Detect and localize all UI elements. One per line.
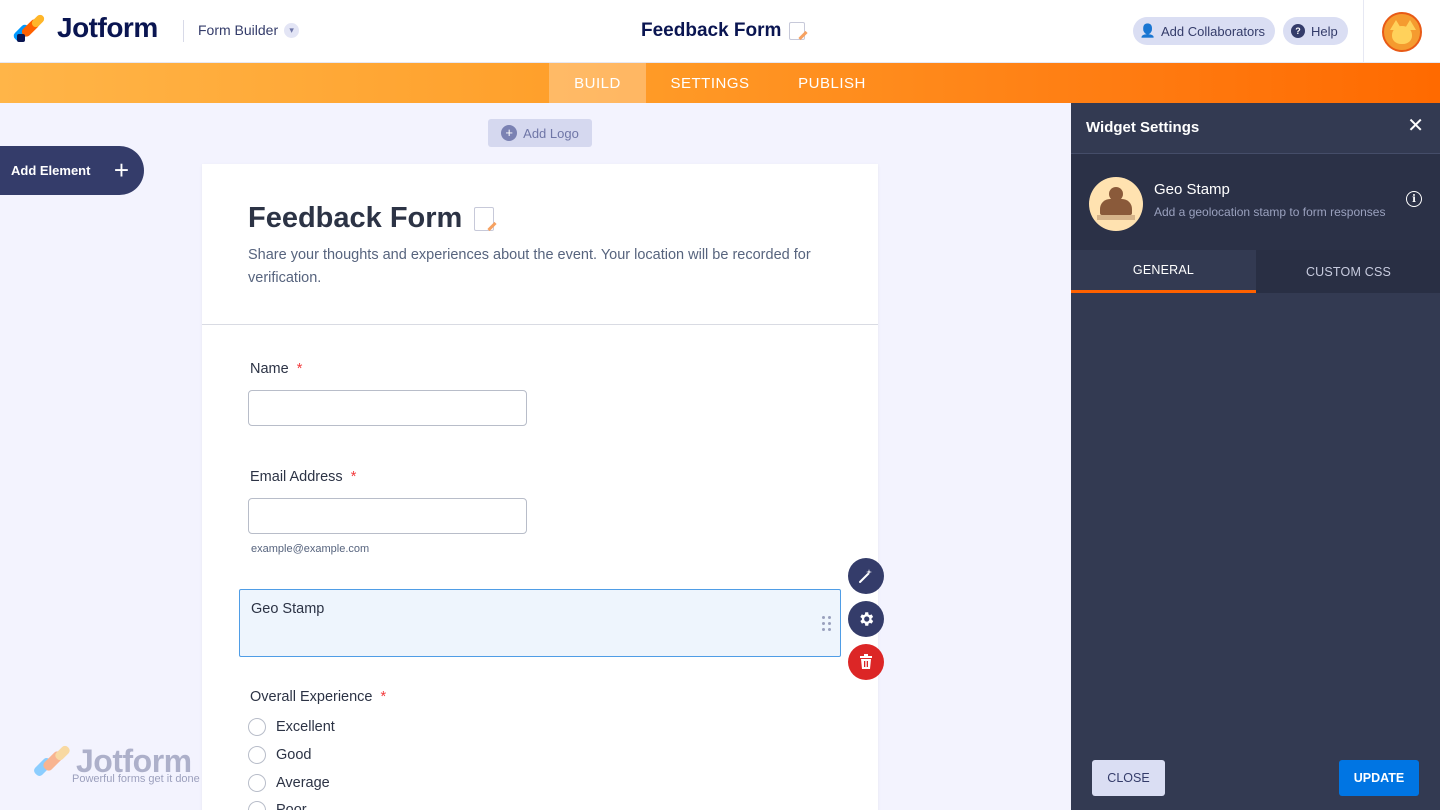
builder-nav: BUILD SETTINGS PUBLISH	[0, 63, 1440, 103]
experience-label[interactable]: Overall Experience *	[250, 689, 386, 705]
watermark-logo-icon	[32, 744, 72, 779]
top-header: Jotform Form Builder ▾ Feedback Form 👤 A…	[0, 0, 1440, 63]
add-collaborators-label: Add Collaborators	[1161, 23, 1266, 39]
magic-wand-button[interactable]	[848, 558, 884, 594]
header-divider-line	[202, 324, 878, 325]
panel-title: Widget Settings	[1086, 119, 1200, 136]
jotform-logo-icon	[12, 13, 46, 43]
tab-general[interactable]: GENERAL	[1071, 250, 1256, 293]
email-sublabel: example@example.com	[251, 543, 370, 555]
radio-label: Poor	[276, 802, 307, 810]
form-builder-dropdown[interactable]: Form Builder ▾	[198, 22, 300, 38]
add-logo-button[interactable]: + Add Logo	[488, 119, 592, 147]
panel-header: Widget Settings ✕	[1071, 103, 1440, 154]
radio-option-good[interactable]: Good	[248, 746, 311, 764]
radio-button[interactable]	[248, 746, 266, 764]
radio-button[interactable]	[248, 774, 266, 792]
form-title-text: Feedback Form	[641, 20, 782, 41]
name-label-text: Name	[250, 361, 289, 377]
form-heading-text: Feedback Form	[248, 202, 463, 234]
drag-handle-icon[interactable]	[822, 616, 832, 632]
tab-publish[interactable]: PUBLISH	[786, 63, 878, 103]
form-card: Feedback Form Share your thoughts and ex…	[202, 164, 878, 810]
jotform-logo[interactable]: Jotform	[12, 12, 158, 43]
radio-option-poor[interactable]: Poor	[248, 801, 307, 810]
trash-icon	[860, 654, 872, 669]
radio-button[interactable]	[248, 718, 266, 736]
required-mark: *	[296, 361, 303, 377]
field-settings-button[interactable]	[848, 601, 884, 637]
radio-label: Good	[276, 747, 312, 763]
tab-custom-css[interactable]: CUSTOM CSS	[1256, 250, 1440, 293]
form-builder-label: Form Builder	[198, 22, 279, 38]
close-icon[interactable]: ✕	[1407, 116, 1424, 136]
radio-label: Excellent	[276, 719, 335, 735]
gear-icon	[860, 612, 874, 626]
brand-name: Jotform	[57, 12, 158, 43]
email-input[interactable]	[248, 498, 527, 534]
experience-label-text: Overall Experience	[250, 689, 373, 705]
required-mark: *	[350, 469, 357, 485]
radio-button[interactable]	[248, 801, 266, 810]
add-logo-label: Add Logo	[523, 125, 579, 141]
update-button[interactable]: UPDATE	[1339, 760, 1419, 796]
panel-tabs: GENERAL CUSTOM CSS	[1071, 250, 1440, 293]
memo-icon	[474, 206, 495, 231]
close-button[interactable]: CLOSE	[1092, 760, 1165, 796]
help-icon: ?	[1291, 24, 1305, 38]
form-heading[interactable]: Feedback Form	[248, 202, 495, 235]
email-label-text: Email Address	[250, 469, 343, 485]
widget-info: Geo Stamp Add a geolocation stamp to for…	[1071, 154, 1440, 250]
widget-description: Add a geolocation stamp to form response…	[1154, 205, 1386, 219]
plus-circle-icon: +	[501, 125, 518, 141]
magic-wand-icon	[859, 569, 872, 583]
memo-icon	[789, 22, 806, 40]
radio-option-average[interactable]: Average	[248, 774, 330, 792]
delete-field-button[interactable]	[848, 644, 884, 680]
watermark-tagline: Powerful forms get it done	[72, 773, 200, 785]
geo-stamp-field[interactable]: Geo Stamp	[239, 589, 841, 657]
help-label: Help	[1311, 23, 1338, 39]
required-mark: *	[380, 689, 387, 705]
add-element-label: Add Element	[11, 163, 91, 178]
user-avatar[interactable]	[1382, 12, 1422, 52]
tab-build[interactable]: BUILD	[549, 63, 646, 103]
email-label[interactable]: Email Address *	[250, 469, 356, 485]
add-element-button[interactable]: Add Element +	[0, 146, 144, 195]
header-divider	[183, 20, 184, 42]
header-separator	[1363, 0, 1364, 63]
tab-settings[interactable]: SETTINGS	[660, 63, 760, 103]
plus-icon: +	[113, 155, 129, 185]
person-icon: 👤	[1139, 23, 1157, 38]
add-collaborators-button[interactable]: 👤 Add Collaborators	[1133, 17, 1276, 45]
chevron-down-icon: ▾	[284, 22, 300, 38]
info-icon[interactable]: i	[1406, 191, 1422, 207]
radio-option-excellent[interactable]: Excellent	[248, 718, 335, 736]
form-title-header[interactable]: Feedback Form	[641, 20, 806, 42]
widget-name: Geo Stamp	[1154, 181, 1230, 198]
geo-stamp-widget-icon	[1089, 177, 1143, 231]
widget-settings-panel: Widget Settings ✕ Geo Stamp Add a geoloc…	[1071, 103, 1440, 810]
radio-label: Average	[276, 775, 330, 791]
form-description[interactable]: Share your thoughts and experiences abou…	[248, 244, 848, 290]
help-button[interactable]: ? Help	[1283, 17, 1348, 45]
geo-stamp-label: Geo Stamp	[251, 601, 325, 617]
name-input[interactable]	[248, 390, 527, 426]
name-label[interactable]: Name *	[250, 361, 302, 377]
